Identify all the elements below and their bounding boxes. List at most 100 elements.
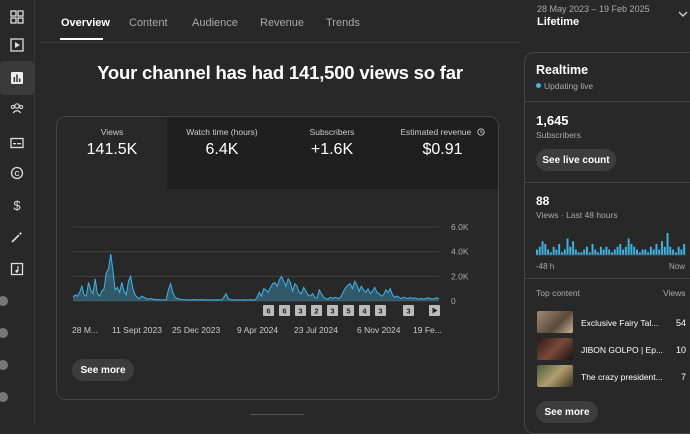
- subtitles-icon[interactable]: [4, 130, 30, 156]
- audio-library-icon[interactable]: [4, 256, 30, 282]
- realtime-bar: [661, 241, 663, 255]
- realtime-bar: [544, 244, 547, 255]
- see-more-top-content-button[interactable]: See more: [536, 401, 598, 423]
- realtime-bar: [605, 246, 608, 255]
- y-tick-label: 6.0K: [451, 222, 469, 232]
- metric-label: Subscribers: [309, 127, 355, 137]
- community-icon[interactable]: [4, 95, 30, 121]
- realtime-bar: [677, 246, 680, 255]
- svg-text:C: C: [14, 171, 19, 178]
- realtime-bar: [599, 246, 602, 255]
- realtime-bar: [569, 246, 572, 255]
- analytics-icon[interactable]: [0, 61, 34, 95]
- realtime-bar: [644, 249, 647, 255]
- realtime-bar: [561, 252, 563, 255]
- earn-icon[interactable]: $: [4, 192, 30, 218]
- see-live-count-button[interactable]: See live count: [536, 149, 616, 171]
- realtime-bar: [674, 252, 677, 255]
- video-title: Exclusive Fairy Tal...: [581, 318, 659, 328]
- metric-subscribers[interactable]: Subscribers +1.6K: [277, 117, 387, 189]
- content-icon[interactable]: [4, 32, 30, 58]
- realtime-bar: [580, 252, 583, 255]
- realtime-bar: [597, 252, 600, 255]
- realtime-panel: Realtime Updating live 1,645 Subscribers…: [524, 52, 690, 434]
- page-title: Your channel has had 141,500 views so fa…: [97, 62, 463, 83]
- realtime-bar: [619, 244, 622, 255]
- chart-marker-label: 3: [330, 307, 334, 316]
- realtime-bar: [588, 252, 591, 255]
- x-tick-label: 25 Dec 2023: [172, 325, 220, 335]
- active-tab-indicator: [60, 38, 103, 40]
- metric-estimated-revenue[interactable]: Estimated revenue $0.91: [387, 117, 498, 189]
- realtime-bar: [666, 233, 669, 255]
- collapsed-item-icon[interactable]: [0, 360, 8, 370]
- realtime-bar: [552, 246, 555, 255]
- realtime-bar: [624, 246, 627, 255]
- realtime-bar: [541, 241, 544, 255]
- realtime-bar: [627, 238, 630, 255]
- realtime-bar: [538, 246, 541, 255]
- collapsed-item-icon[interactable]: [0, 392, 8, 402]
- realtime-bar: [663, 246, 666, 255]
- video-thumbnail: [537, 365, 573, 387]
- metric-views[interactable]: Views 141.5K: [57, 117, 167, 189]
- realtime-bar: [655, 244, 658, 255]
- realtime-bar: [636, 249, 638, 255]
- realtime-bar: [549, 252, 552, 255]
- axis-right-label: Now: [669, 262, 686, 271]
- chart-marker-label: 6: [266, 307, 270, 316]
- realtime-bar-chart[interactable]: [536, 229, 686, 257]
- top-content-label: Top content: [536, 288, 580, 298]
- customization-icon[interactable]: [4, 224, 30, 250]
- divider: [525, 101, 690, 102]
- realtime-bar: [594, 249, 597, 255]
- video-views: 7: [680, 372, 686, 382]
- realtime-title: Realtime: [536, 63, 589, 77]
- period-label: Lifetime: [537, 16, 580, 28]
- svg-text:$: $: [13, 198, 21, 212]
- realtime-bar: [558, 244, 561, 255]
- realtime-bar: [622, 249, 625, 255]
- x-tick-label: 19 Fe...: [413, 325, 442, 335]
- tab-content[interactable]: Content: [129, 17, 168, 29]
- realtime-bar: [680, 249, 683, 255]
- realtime-bar: [572, 241, 575, 255]
- copyright-icon[interactable]: C: [4, 160, 30, 186]
- chart-marker-label: 3: [298, 307, 302, 316]
- dashboard-icon[interactable]: [4, 4, 30, 30]
- metric-value: 141.5K: [86, 141, 138, 158]
- realtime-bar: [630, 244, 633, 255]
- tab-trends[interactable]: Trends: [326, 17, 360, 29]
- tab-overview[interactable]: Overview: [61, 17, 110, 29]
- video-title: JIBON GOLPO | Ep...: [581, 345, 663, 355]
- realtime-bar: [672, 249, 675, 255]
- video-thumbnail: [537, 311, 573, 333]
- realtime-bar: [683, 244, 686, 255]
- x-tick-label: 11 Sept 2023: [112, 325, 162, 335]
- tab-audience[interactable]: Audience: [192, 17, 238, 29]
- x-tick-label: 9 Apr 2024: [237, 325, 278, 335]
- realtime-bar: [669, 246, 672, 255]
- collapsed-item-icon[interactable]: [0, 296, 8, 306]
- realtime-bar: [649, 246, 652, 255]
- collapsed-item-icon[interactable]: [0, 328, 8, 338]
- subscribers-label: Subscribers: [536, 130, 581, 140]
- realtime-bar: [586, 246, 588, 255]
- see-more-button[interactable]: See more: [72, 359, 134, 381]
- video-views: 10: [675, 345, 686, 355]
- metric-watch-time[interactable]: Watch time (hours) 6.4K: [167, 117, 277, 189]
- realtime-bar: [583, 249, 586, 255]
- x-tick-label: 23 Jul 2024: [294, 325, 338, 335]
- realtime-bar: [536, 249, 538, 255]
- x-tick-label: 28 M...: [72, 325, 98, 335]
- video-thumbnail: [537, 338, 573, 360]
- video-views: 54: [675, 318, 686, 328]
- realtime-bar: [641, 249, 644, 255]
- chevron-down-icon[interactable]: [677, 8, 689, 20]
- tab-revenue[interactable]: Revenue: [260, 17, 304, 29]
- top-content-views-header: Views: [663, 288, 686, 298]
- chart-marker-label: 3: [378, 307, 382, 316]
- y-tick-label: 4.0K: [451, 247, 469, 257]
- chart-marker-label: 2: [314, 307, 318, 316]
- date-range-text: 28 May 2023 – 19 Feb 2025: [537, 4, 650, 14]
